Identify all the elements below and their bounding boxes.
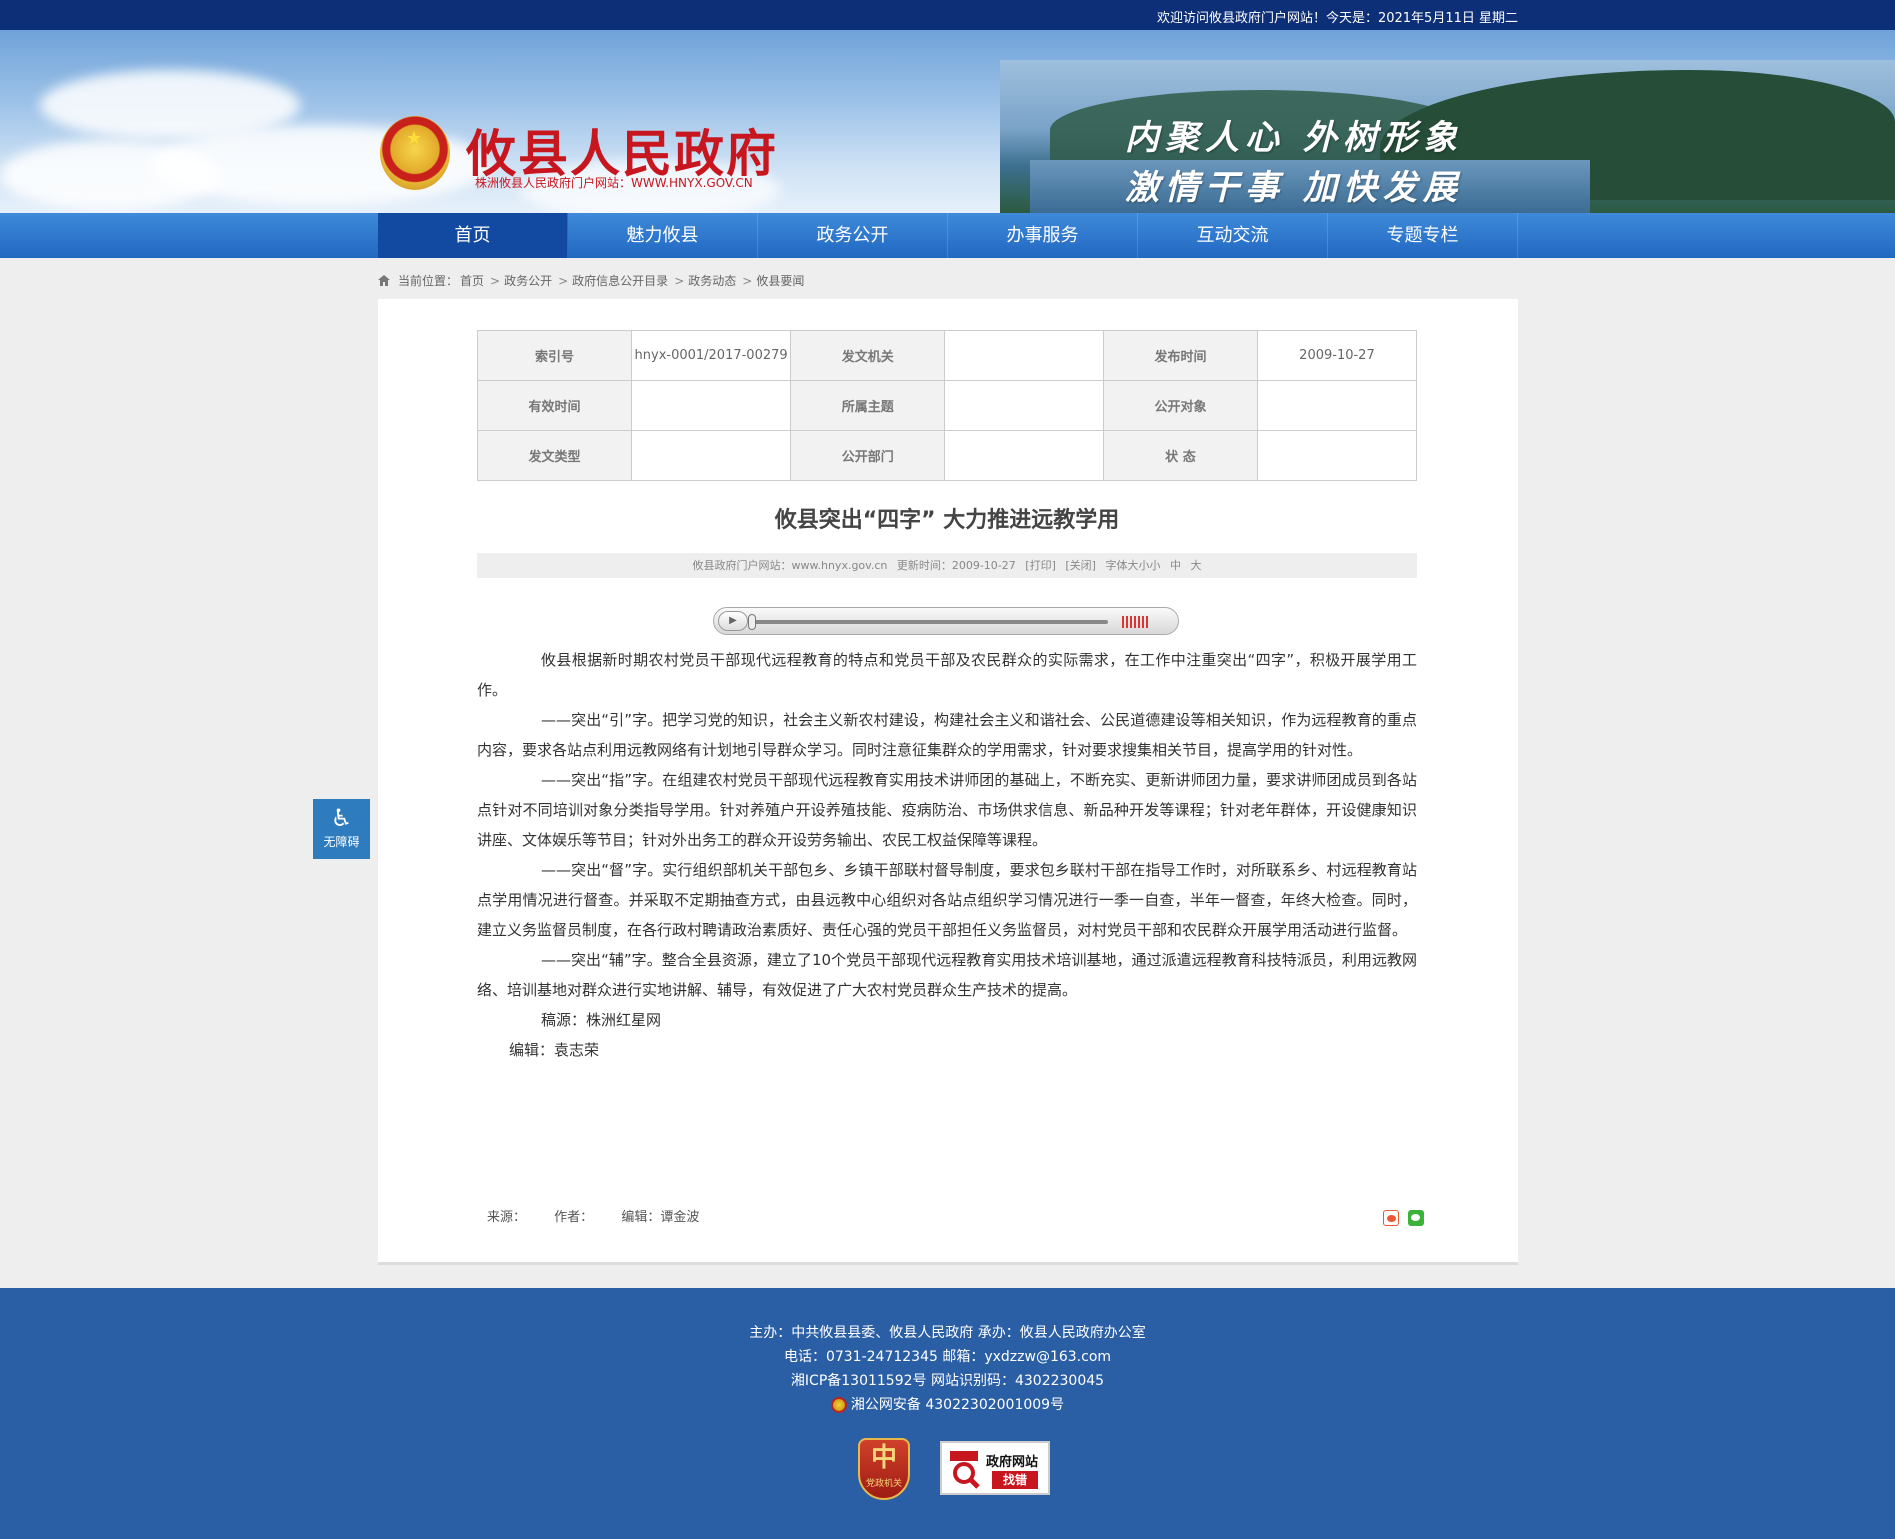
table-row: 索引号 hnyx-0001/2017-00279 发文机关 发布时间 2009-… bbox=[477, 330, 1418, 381]
footer-sponsor: 主办：中共攸县县委、攸县人民政府 承办：攸县人民政府办公室 bbox=[749, 1325, 1146, 1341]
article-info-bar: 攸县政府门户网站：www.hnyx.gov.cn 更新时间：2009-10-27… bbox=[477, 553, 1417, 578]
slogan-line-2: 激情干事 加快发展 bbox=[1125, 168, 1463, 208]
breadcrumb: 当前位置： 首页 > 政务公开 > 政府信息公开目录 > 政务动态 > 攸县要闻 bbox=[378, 272, 806, 289]
party-badge-char: 中 bbox=[870, 1443, 897, 1473]
breadcrumb-separator: > bbox=[742, 273, 753, 288]
table-value bbox=[630, 430, 792, 481]
breadcrumb-prefix: 当前位置： bbox=[398, 274, 459, 288]
table-value bbox=[1256, 380, 1418, 431]
article-update-time: 更新时间：2009-10-27 bbox=[896, 559, 1016, 572]
table-value bbox=[944, 430, 1104, 481]
national-emblem-icon: ★ bbox=[380, 116, 450, 190]
play-icon[interactable]: ▶ bbox=[718, 611, 748, 631]
breadcrumb-item-gov-affairs[interactable]: 政务公开 bbox=[504, 272, 552, 289]
table-value: 2009-10-27 bbox=[1256, 330, 1418, 381]
print-button[interactable]: [打印] bbox=[1025, 559, 1056, 572]
font-size-small-button[interactable]: 小 bbox=[1149, 559, 1160, 572]
wheelchair-icon: ♿ bbox=[330, 804, 353, 832]
footer-public-security[interactable]: 湘公网安备 43022302001009号 bbox=[851, 1393, 1064, 1417]
header-banner: ★ 攸县人民政府 株洲攸县人民政府门户网站：WWW.HNYX.GOV.CN 内聚… bbox=[0, 30, 1895, 213]
article-title: 攸县突出“四字” 大力推进远教学用 bbox=[774, 508, 1120, 533]
article-source-line: 稿源：株洲红星网 bbox=[541, 1011, 662, 1029]
breadcrumb-item-home[interactable]: 首页 bbox=[460, 272, 484, 289]
top-bar: 欢迎访问攸县政府门户网站！今天是：2021年5月11日 星期二 bbox=[0, 0, 1895, 30]
nav-item-home[interactable]: 首页 bbox=[378, 213, 568, 258]
nav-item-services[interactable]: 办事服务 bbox=[948, 213, 1138, 258]
slogan-line-1: 内聚人心 外树形象 bbox=[1125, 118, 1463, 158]
gov-site-error-report-badge[interactable]: 政府网站 找错 bbox=[940, 1441, 1050, 1495]
font-size-medium-button[interactable]: 中 bbox=[1170, 559, 1181, 572]
nav-item-gov-affairs[interactable]: 政务公开 bbox=[758, 213, 948, 258]
table-label: 公开对象 bbox=[1102, 380, 1258, 431]
table-row: 有效时间 所属主题 公开对象 bbox=[477, 380, 1418, 431]
table-label: 发文机关 bbox=[790, 330, 946, 381]
table-label: 发文类型 bbox=[477, 430, 632, 481]
accessibility-button[interactable]: ♿ 无障碍 bbox=[313, 799, 370, 859]
breadcrumb-separator: > bbox=[490, 273, 501, 288]
table-value bbox=[630, 380, 792, 431]
site-subtitle: 株洲攸县人民政府门户网站：WWW.HNYX.GOV.CN bbox=[475, 176, 753, 190]
article-panel: 索引号 hnyx-0001/2017-00279 发文机关 发布时间 2009-… bbox=[378, 299, 1518, 1265]
share-buttons bbox=[1383, 1210, 1424, 1226]
footer-icp[interactable]: 湘ICP备13011592号 网站识别码：4302230045 bbox=[0, 1369, 1895, 1393]
audio-progress-handle[interactable] bbox=[748, 614, 756, 630]
home-icon bbox=[378, 275, 390, 286]
magnifier-icon bbox=[950, 1451, 980, 1489]
font-size-label: 字体大小 bbox=[1105, 559, 1150, 572]
info-disclosure-table: 索引号 hnyx-0001/2017-00279 发文机关 发布时间 2009-… bbox=[477, 330, 1418, 481]
table-label: 发布时间 bbox=[1102, 330, 1258, 381]
police-badge-icon bbox=[830, 1397, 847, 1413]
article-paragraph: ——突出“督”字。实行组织部机关干部包乡、乡镇干部联村督导制度，要求包乡联村干部… bbox=[477, 861, 1417, 939]
article-source-site: 攸县政府门户网站：www.hnyx.gov.cn bbox=[692, 559, 888, 572]
table-label: 状 态 bbox=[1102, 430, 1258, 481]
site-footer: 主办：中共攸县县委、攸县人民政府 承办：攸县人民政府办公室 电话：0731-24… bbox=[0, 1288, 1895, 1539]
breadcrumb-item-catalog[interactable]: 政府信息公开目录 bbox=[572, 272, 668, 289]
article-footer-meta: 来源： 作者： 编辑：谭金波 bbox=[487, 1206, 723, 1225]
audio-player: ▶ bbox=[713, 607, 1179, 635]
table-value bbox=[944, 380, 1104, 431]
table-row: 发文类型 公开部门 状 态 bbox=[477, 430, 1418, 481]
wechat-share-icon[interactable] bbox=[1408, 1210, 1424, 1226]
article-paragraph: ——突出“引”字。把学习党的知识，社会主义新农村建设，构建社会主义和谐社会、公民… bbox=[477, 711, 1417, 759]
breadcrumb-separator: > bbox=[674, 273, 685, 288]
breadcrumb-item-county-news[interactable]: 攸县要闻 bbox=[756, 272, 804, 289]
footer-info: 主办：中共攸县县委、攸县人民政府 承办：攸县人民政府办公室 电话：0731-24… bbox=[0, 1321, 1895, 1421]
table-value bbox=[1256, 430, 1418, 481]
close-button[interactable]: [关闭] bbox=[1065, 559, 1096, 572]
party-gov-badge[interactable]: 中 党政机关 bbox=[858, 1438, 910, 1500]
article-paragraph: ——突出“辅”字。整合全县资源，建立了10个党员干部现代远程教育实用技术培训基地… bbox=[477, 951, 1417, 999]
nav-item-interaction[interactable]: 互动交流 bbox=[1138, 213, 1328, 258]
nav-item-charm[interactable]: 魅力攸县 bbox=[568, 213, 758, 258]
weibo-share-icon[interactable] bbox=[1383, 1210, 1399, 1226]
nav-item-topics[interactable]: 专题专栏 bbox=[1328, 213, 1518, 258]
breadcrumb-separator: > bbox=[558, 273, 569, 288]
article-paragraph: 攸县根据新时期农村党员干部现代远程教育的特点和党员干部及农民群众的实际需求，在工… bbox=[477, 651, 1417, 699]
welcome-text: 欢迎访问攸县政府门户网站！今天是：2021年5月11日 星期二 bbox=[1156, 11, 1518, 26]
footer-contact: 电话：0731-24712345 邮箱：yxdzzw@163.com bbox=[783, 1349, 1112, 1365]
font-size-large-button[interactable]: 大 bbox=[1190, 559, 1201, 572]
table-value bbox=[944, 330, 1104, 381]
main-nav: 首页 魅力攸县 政务公开 办事服务 互动交流 专题专栏 bbox=[0, 213, 1895, 258]
footer-author-label: 作者： bbox=[554, 1210, 594, 1225]
article-paragraph: ——突出“指”字。在组建农村党员干部现代远程教育实用技术讲师团的基础上，不断充实… bbox=[477, 771, 1417, 849]
breadcrumb-item-news[interactable]: 政务动态 bbox=[688, 272, 736, 289]
banner-cloud bbox=[0, 140, 220, 210]
table-label: 有效时间 bbox=[477, 380, 632, 431]
footer-source-label: 来源： bbox=[487, 1210, 527, 1225]
accessibility-label: 无障碍 bbox=[323, 835, 360, 849]
footer-editor-label: 编辑：谭金波 bbox=[621, 1210, 700, 1225]
gov-badge-title: 政府网站 bbox=[986, 1455, 1039, 1470]
gov-badge-action: 找错 bbox=[992, 1471, 1038, 1489]
table-label: 公开部门 bbox=[790, 430, 946, 481]
table-label: 所属主题 bbox=[790, 380, 946, 431]
table-label: 索引号 bbox=[477, 330, 632, 381]
audio-progress-track[interactable] bbox=[750, 620, 1108, 624]
party-badge-label: 党政机关 bbox=[865, 1479, 902, 1489]
volume-icon[interactable] bbox=[1122, 616, 1148, 628]
table-value: hnyx-0001/2017-00279 bbox=[630, 330, 792, 381]
article-editor-line: 编辑：袁志荣 bbox=[509, 1041, 600, 1059]
article-body: 攸县根据新时期农村党员干部现代远程教育的特点和党员干部及农民群众的实际需求，在工… bbox=[477, 645, 1417, 1065]
